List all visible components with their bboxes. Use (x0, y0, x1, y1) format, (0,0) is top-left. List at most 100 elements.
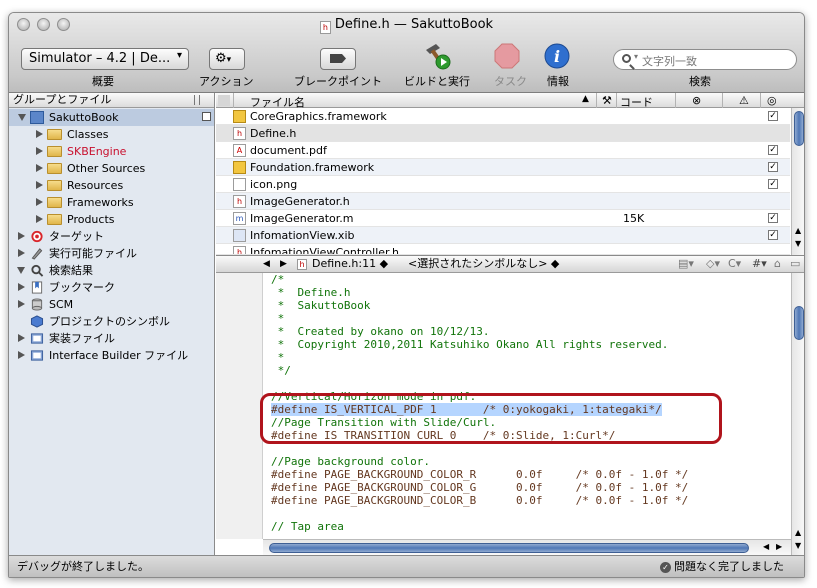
file-row[interactable]: A document.pdf ✓ (216, 142, 790, 159)
disclosure-triangle-icon[interactable] (18, 334, 25, 342)
file-type-column-icon[interactable] (218, 95, 230, 106)
class-hierarchy-popup-icon[interactable]: C▾ (728, 256, 741, 272)
split-editor-icon[interactable]: ▭ (790, 256, 800, 272)
sidebar-item-project[interactable]: SakuttoBook (9, 109, 214, 126)
editor-gutter[interactable] (216, 273, 263, 539)
source-file-icon: m (233, 212, 246, 225)
sidebar-item-products[interactable]: Products (9, 211, 214, 228)
code-editor: ◀ ▶ h Define.h:11 ◆ <選択されたシンボルなし> ◆ ▤▾ ◇… (216, 255, 804, 556)
warning-column-icon[interactable]: ⚠ (739, 94, 749, 107)
info-icon[interactable]: i (544, 43, 570, 69)
disclosure-triangle-icon[interactable] (18, 249, 25, 257)
sidebar-item-executables[interactable]: 実行可能ファイル (9, 245, 214, 262)
breakpoints-popup-icon[interactable]: ◇▾ (706, 256, 720, 272)
breakpoints-button[interactable] (320, 48, 356, 70)
disclosure-triangle-icon[interactable] (36, 147, 43, 155)
file-row[interactable]: h InfomationViewController.h (216, 244, 790, 255)
file-row[interactable]: Foundation.framework ✓ (216, 159, 790, 176)
lock-icon[interactable]: ⌂ (774, 256, 781, 272)
disclosure-triangle-icon[interactable] (36, 164, 43, 172)
column-divider (760, 93, 761, 108)
sidebar-item-skbengine[interactable]: SKBEngine (9, 143, 214, 160)
sidebar-item-resources[interactable]: Resources (9, 177, 214, 194)
code-line: */ (271, 364, 291, 377)
error-column-icon[interactable]: ⊗ (692, 94, 701, 107)
overview-label: 概要 (92, 75, 114, 88)
split-view-icon[interactable] (194, 95, 200, 105)
breakpoints-label: ブレークポイント (294, 75, 382, 88)
sidebar-item-project-symbols[interactable]: プロジェクトのシンボル (9, 313, 214, 330)
overview-popup[interactable]: Simulator – 4.2 | De... ▾ (21, 48, 189, 70)
scroll-down-arrow-icon[interactable]: ▼ (795, 541, 801, 550)
include-popup-icon[interactable]: #▾ (752, 256, 767, 272)
groups-and-files-sidebar: グループとファイル SakuttoBook Classes SKBEngine … (9, 93, 215, 555)
disclosure-triangle-icon[interactable] (18, 300, 25, 308)
disclosure-triangle-icon[interactable] (36, 181, 43, 189)
scm-icon (31, 298, 43, 311)
stop-tasks-icon[interactable] (494, 43, 520, 69)
scroll-up-arrow-icon[interactable]: ▲ (795, 528, 801, 537)
sidebar-item-scm[interactable]: SCM (9, 296, 214, 313)
disclosure-triangle-icon[interactable] (18, 283, 25, 291)
file-row-selected[interactable]: h Define.h (216, 125, 790, 142)
disclosure-triangle-icon[interactable] (18, 114, 26, 121)
code-line: * SakuttoBook (271, 299, 371, 312)
search-field[interactable]: ▾ 文字列一致 (613, 49, 797, 70)
toolbar: h Define.h — SakuttoBook Simulator – 4.2 … (9, 13, 804, 93)
symbol-popup[interactable]: <選択されたシンボルなし> ◆ (408, 256, 559, 272)
sidebar-item-classes[interactable]: Classes (9, 126, 214, 143)
go-back-icon[interactable]: ◀ (263, 256, 270, 272)
file-list-scrollbar[interactable]: ▲ ▼ (791, 108, 804, 255)
xib-icon (233, 229, 246, 242)
scroll-left-arrow-icon[interactable]: ◀ (763, 542, 769, 551)
column-divider (616, 93, 617, 108)
editor-vertical-scrollbar[interactable]: ▲ ▼ (791, 273, 804, 556)
target-checkbox[interactable]: ✓ (768, 162, 778, 172)
project-icon (30, 111, 44, 124)
popup-arrow-icon: ▾ (176, 50, 182, 61)
file-row[interactable]: icon.png ✓ (216, 176, 790, 193)
target-checkbox[interactable]: ✓ (768, 230, 778, 240)
sidebar-item-implementation-files[interactable]: 実装ファイル (9, 330, 214, 347)
target-checkbox[interactable]: ✓ (768, 213, 778, 223)
header-file-icon: h (233, 246, 246, 254)
go-forward-icon[interactable]: ▶ (280, 256, 287, 272)
code-line: #define PAGE_BACKGROUND_COLOR_R 0.0f /* … (271, 468, 689, 481)
file-row[interactable]: m ImageGenerator.m 15K ✓ (216, 210, 790, 227)
bookmarks-popup-icon[interactable]: ▤▾ (678, 256, 694, 272)
build-and-run-icon[interactable] (422, 41, 452, 71)
scrollbar-thumb[interactable] (794, 306, 804, 340)
disclosure-triangle-icon[interactable] (17, 267, 25, 274)
scroll-right-arrow-icon[interactable]: ▶ (776, 542, 782, 551)
sidebar-item-targets[interactable]: ターゲット (9, 228, 214, 245)
action-button[interactable]: ⚙▾ (209, 48, 245, 70)
file-row[interactable]: InfomationView.xib ✓ (216, 227, 790, 244)
target-checkbox[interactable]: ✓ (768, 111, 778, 121)
target-checkbox[interactable]: ✓ (768, 145, 778, 155)
sidebar-item-frameworks[interactable]: Frameworks (9, 194, 214, 211)
disclosure-triangle-icon[interactable] (36, 215, 43, 223)
disclosure-triangle-icon[interactable] (36, 198, 43, 206)
target-checkbox[interactable]: ✓ (768, 179, 778, 189)
header-file-icon: h (297, 259, 307, 270)
disclosure-triangle-icon[interactable] (18, 232, 25, 240)
file-row[interactable]: CoreGraphics.framework ✓ (216, 108, 790, 125)
scrollbar-thumb[interactable] (269, 543, 749, 553)
build-checkbox-icon[interactable] (202, 112, 211, 121)
sidebar-item-interface-builder-files[interactable]: Interface Builder ファイル (9, 347, 214, 364)
file-row[interactable]: h ImageGenerator.h (216, 193, 790, 210)
hammer-column-icon[interactable]: ⚒ (602, 94, 612, 107)
sidebar-item-find-results[interactable]: 検索結果 (9, 262, 214, 279)
sidebar-item-other-sources[interactable]: Other Sources (9, 160, 214, 177)
file-position-popup[interactable]: Define.h:11 ◆ (312, 256, 388, 272)
disclosure-triangle-icon[interactable] (18, 351, 25, 359)
search-menu-chevron-icon: ▾ (634, 52, 639, 61)
status-bar: デバッグが終了しました。 ✓ 問題なく完了しました (9, 555, 804, 577)
sidebar-item-bookmarks[interactable]: ブックマーク (9, 279, 214, 296)
scrollbar-thumb[interactable] (794, 111, 804, 146)
scroll-up-arrow-icon[interactable]: ▲ (795, 226, 801, 235)
target-membership-column-icon[interactable]: ◎ (767, 94, 777, 107)
scroll-down-arrow-icon[interactable]: ▼ (795, 239, 801, 248)
disclosure-triangle-icon[interactable] (36, 130, 43, 138)
editor-horizontal-scrollbar[interactable]: ◀ ▶ (263, 539, 791, 556)
